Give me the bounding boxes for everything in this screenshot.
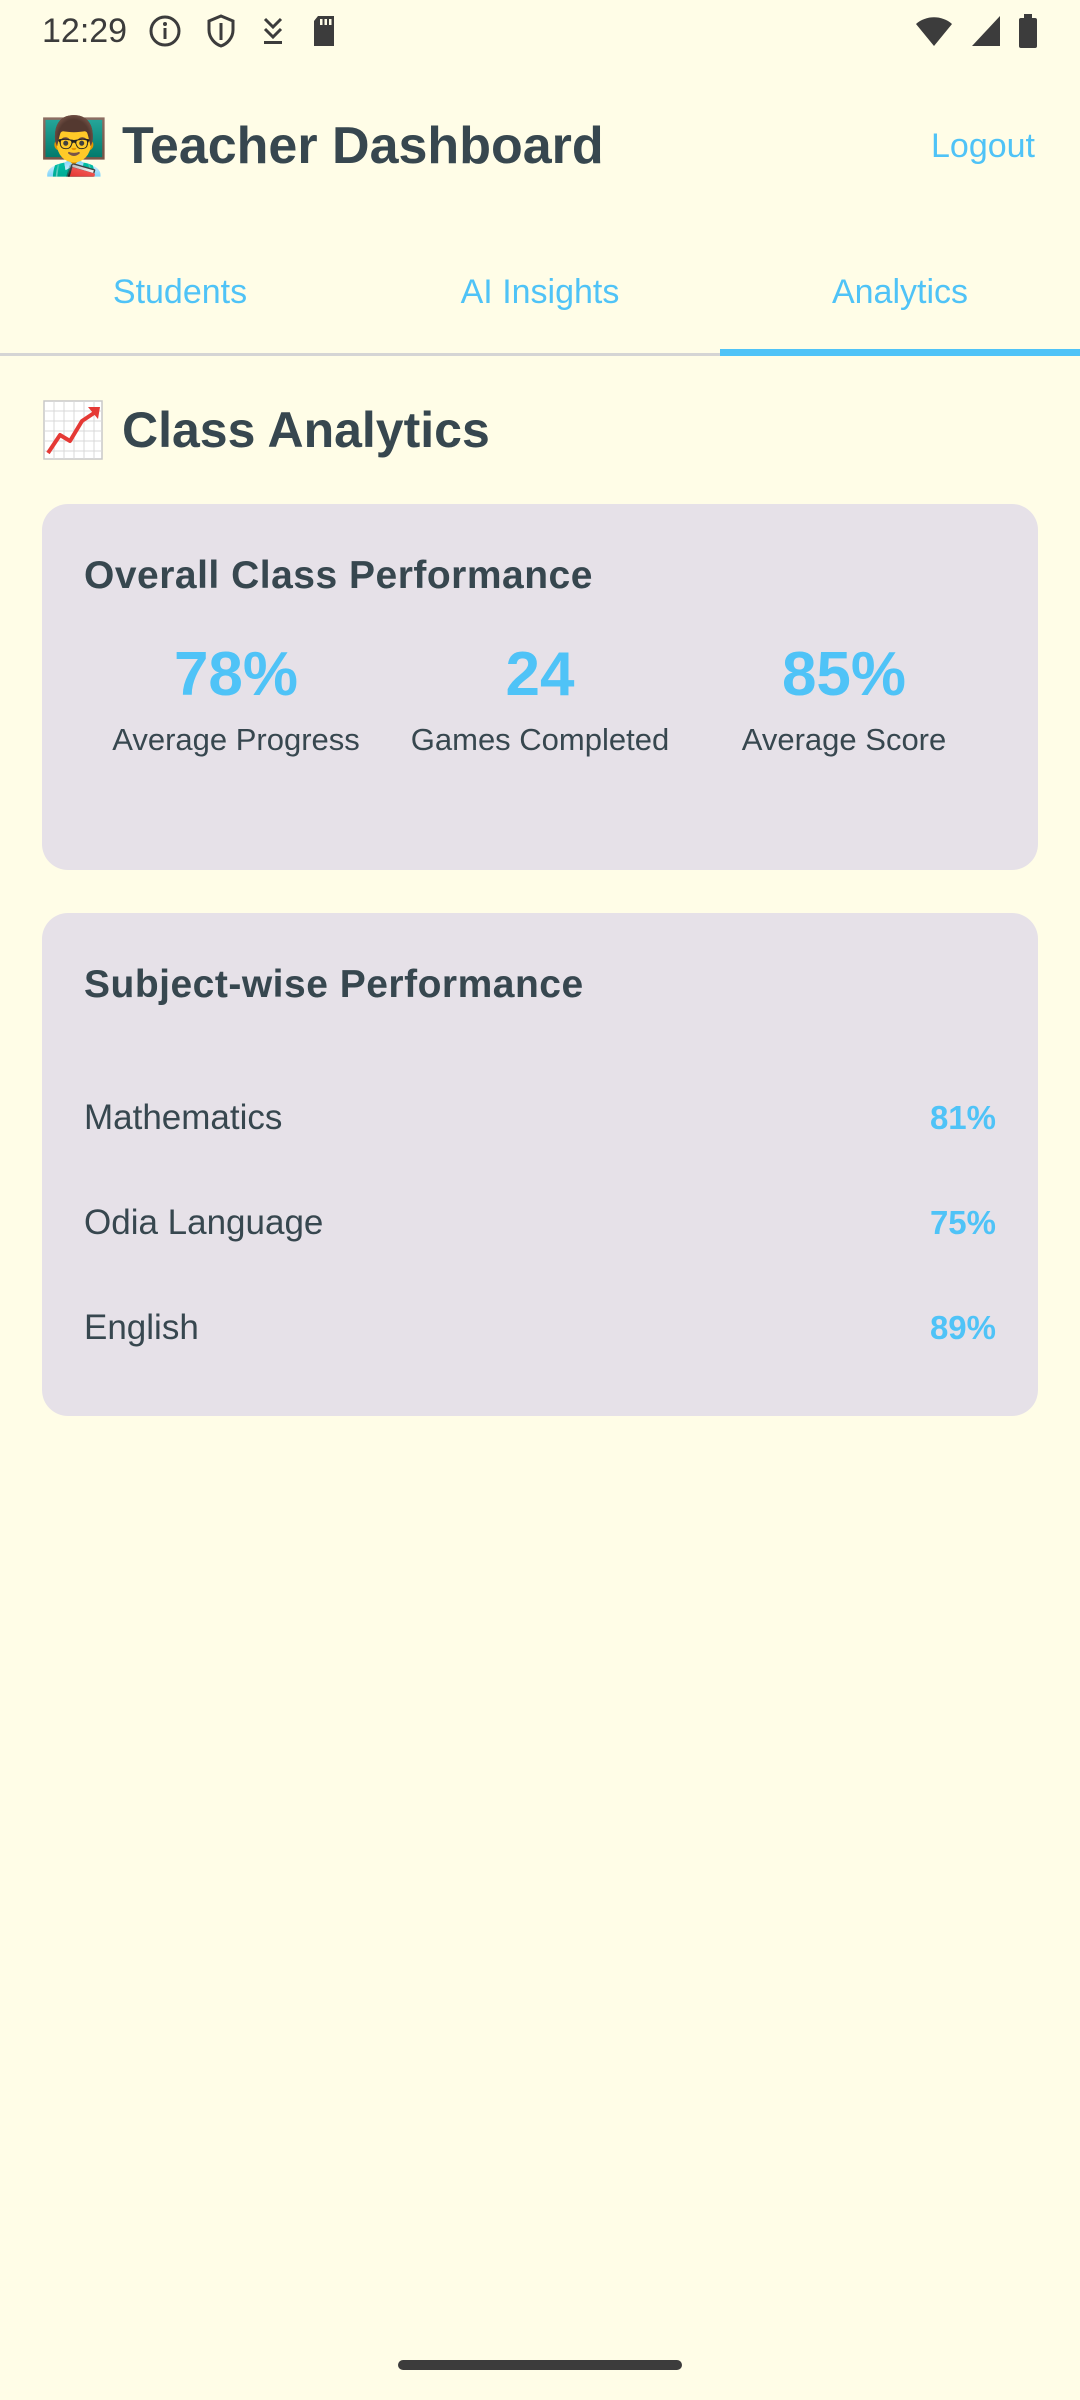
stat-label: Average Score: [741, 722, 947, 757]
stat-value: 24: [505, 640, 575, 709]
stat-games-completed: 24 Games Completed: [388, 642, 692, 758]
tab-bar: Students AI Insights Analytics: [0, 232, 1080, 356]
status-icons-right: [914, 13, 1038, 49]
tab-ai-insights[interactable]: AI Insights: [360, 232, 720, 353]
stat-average-progress: 78% Average Progress: [84, 642, 388, 758]
status-bar: 12:29: [0, 0, 1080, 62]
tab-students[interactable]: Students: [0, 232, 360, 353]
logout-button[interactable]: Logout: [931, 127, 1035, 166]
subject-name: English: [84, 1307, 199, 1347]
section-header: Class Analytics: [42, 390, 490, 470]
signal-icon: [970, 14, 1002, 48]
subject-list: Mathematics 81% Odia Language 75% Englis…: [84, 1065, 996, 1380]
card-title: Subject-wise Performance: [84, 963, 584, 1006]
stat-value: 85%: [781, 640, 907, 709]
card-title: Overall Class Performance: [84, 554, 593, 597]
subject-name: Mathematics: [84, 1097, 283, 1137]
info-icon: [147, 13, 183, 49]
shield-icon: [205, 13, 237, 49]
stat-value: 78%: [173, 640, 299, 709]
subject-row-english: English 89%: [84, 1275, 996, 1380]
status-time: 12:29: [42, 11, 128, 50]
sd-card-icon: [309, 13, 339, 49]
wifi-icon: [914, 14, 954, 48]
overall-performance-card: Overall Class Performance 78% Average Pr…: [42, 504, 1038, 870]
subject-row-mathematics: Mathematics 81%: [84, 1065, 996, 1170]
tab-analytics[interactable]: Analytics: [720, 232, 1080, 356]
stat-label: Average Progress: [112, 722, 360, 757]
download-icon: [259, 13, 287, 49]
subject-row-odia-language: Odia Language 75%: [84, 1170, 996, 1275]
page-title: Teacher Dashboard: [122, 117, 604, 175]
subject-score: 81%: [929, 1098, 996, 1136]
stat-average-score: 85% Average Score: [692, 642, 996, 758]
status-icons-left: [147, 13, 339, 49]
section-title: Class Analytics: [122, 402, 490, 458]
subject-name: Odia Language: [84, 1202, 324, 1242]
chart-increasing-icon: [42, 399, 104, 461]
stats-row: 78% Average Progress 24 Games Completed …: [84, 642, 996, 758]
subject-performance-card: Subject-wise Performance Mathematics 81%…: [42, 913, 1038, 1416]
app-header: 👨‍🏫 Teacher Dashboard Logout: [39, 100, 1035, 192]
home-indicator[interactable]: [398, 2360, 682, 2370]
subject-score: 89%: [929, 1308, 996, 1346]
subject-score: 75%: [929, 1203, 996, 1241]
battery-icon: [1018, 13, 1038, 49]
teacher-icon: 👨‍🏫: [39, 114, 109, 177]
stat-label: Games Completed: [410, 722, 670, 757]
